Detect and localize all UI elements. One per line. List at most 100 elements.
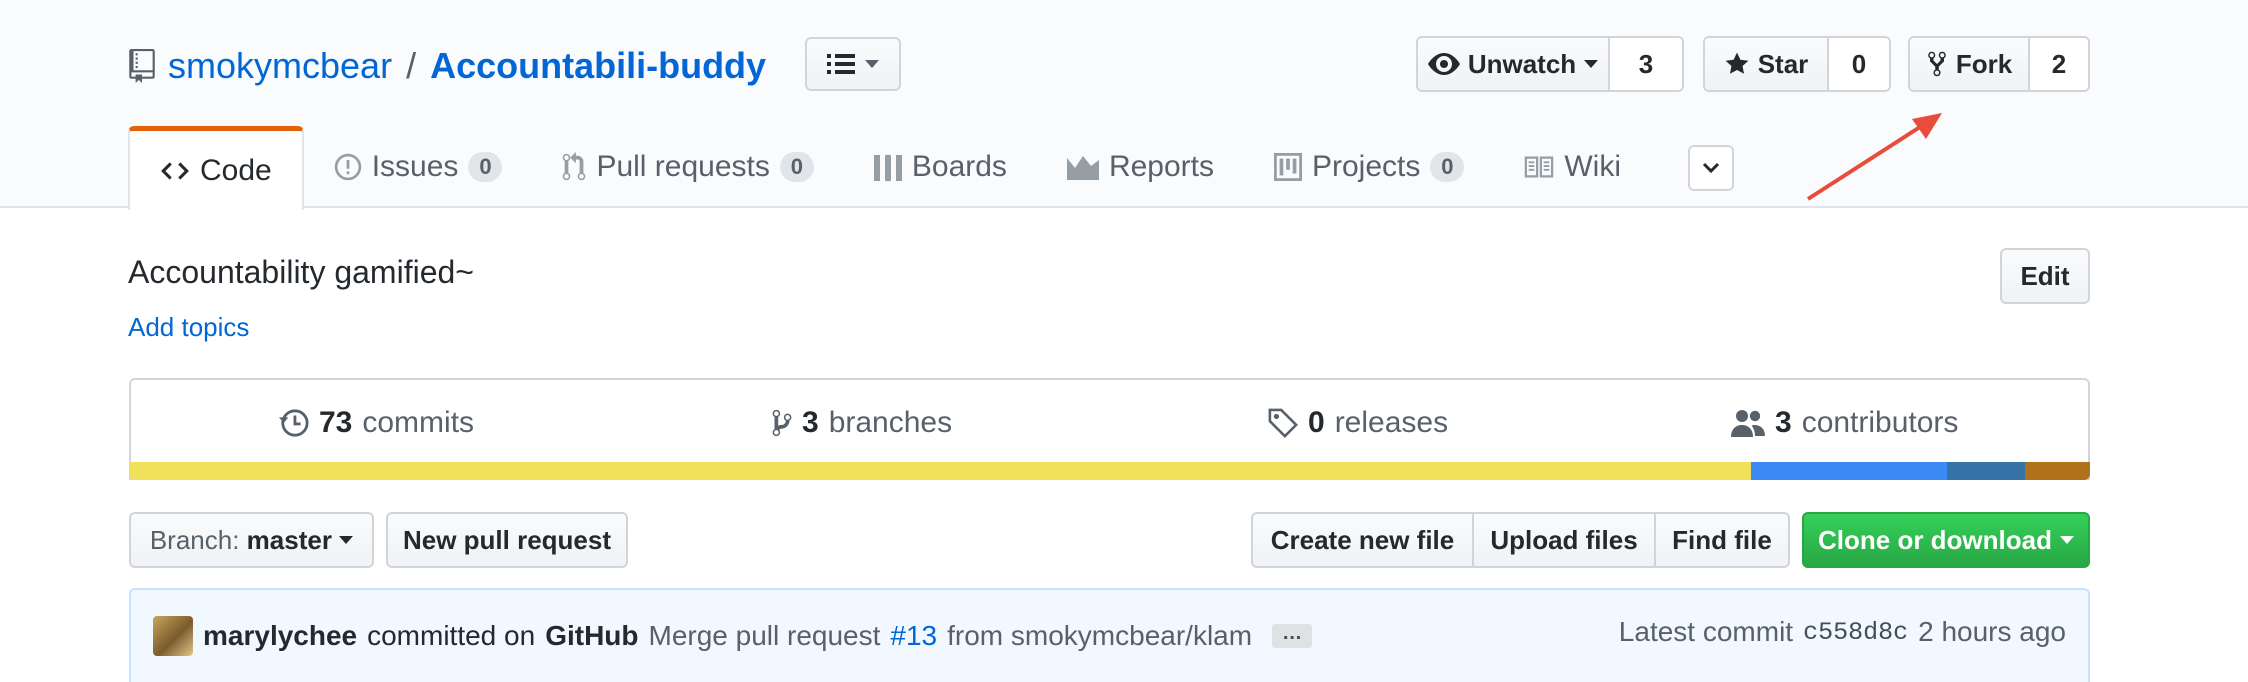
forks-count[interactable]: 2 xyxy=(2030,38,2088,90)
pull-request-link[interactable]: #13 xyxy=(890,620,937,652)
list-icon xyxy=(827,54,855,74)
tab-wiki-label: Wiki xyxy=(1564,150,1622,183)
star-label: Star xyxy=(1757,48,1809,79)
commit-sha-link[interactable]: c558d8c xyxy=(1803,618,1908,647)
releases-count: 0 xyxy=(1308,406,1325,439)
contributors-count: 3 xyxy=(1775,406,1792,439)
tab-pull-requests-label: Pull requests xyxy=(596,150,770,183)
issue-icon xyxy=(334,153,361,181)
new-pull-request-button[interactable]: New pull request xyxy=(386,512,628,568)
branches-label: branches xyxy=(828,406,953,439)
language-bar[interactable] xyxy=(129,462,2090,480)
watch-button-group: Unwatch 3 xyxy=(1416,36,1684,92)
tab-code-label: Code xyxy=(200,153,272,187)
tab-issues[interactable]: Issues 0 xyxy=(304,126,533,208)
language-segment[interactable] xyxy=(129,462,1751,480)
tab-projects-label: Projects xyxy=(1311,150,1421,183)
avatar[interactable] xyxy=(153,616,193,656)
add-topics-link[interactable]: Add topics xyxy=(128,312,249,343)
clone-or-download-button[interactable]: Clone or download xyxy=(1802,512,2090,568)
book-icon xyxy=(1525,156,1554,178)
chevron-down-icon xyxy=(1702,162,1720,174)
language-segment[interactable] xyxy=(1946,462,2026,480)
tab-issues-label: Issues xyxy=(371,150,459,183)
repo-description: Accountability gamified~ xyxy=(128,254,474,290)
tab-boards-label: Boards xyxy=(911,150,1007,183)
tab-code[interactable]: Code xyxy=(128,126,304,210)
fork-button[interactable]: Fork xyxy=(1910,38,2030,90)
commit-message-prefix[interactable]: Merge pull request xyxy=(649,620,881,652)
chevron-down-icon xyxy=(865,60,879,68)
repo-name-link[interactable]: Accountabili-buddy xyxy=(430,45,766,87)
commit-author-link[interactable]: marylychee xyxy=(203,620,357,652)
releases-stat[interactable]: 0 releases xyxy=(1268,406,1448,440)
find-file-button[interactable]: Find file xyxy=(1654,512,1790,568)
unwatch-label: Unwatch xyxy=(1467,48,1577,79)
people-icon xyxy=(1731,410,1765,437)
code-icon xyxy=(161,161,189,180)
commit-message-suffix[interactable]: from smokymcbear/klam xyxy=(947,620,1252,652)
latest-commit-bar: marylychee committed on GitHub Merge pul… xyxy=(129,588,2090,682)
branch-name: master xyxy=(246,524,332,555)
project-icon xyxy=(1273,153,1302,181)
title-separator: / xyxy=(406,45,417,86)
chevron-down-icon xyxy=(2060,536,2074,544)
repo-title: smokymcbear / Accountabili-buddy xyxy=(128,38,766,94)
repo-forked-icon xyxy=(1928,51,1946,77)
chevron-down-icon xyxy=(1584,60,1599,68)
tab-pull-requests[interactable]: Pull requests 0 xyxy=(532,126,843,208)
tab-projects[interactable]: Projects 0 xyxy=(1244,126,1494,208)
contributors-stat[interactable]: 3 contributors xyxy=(1731,406,1958,440)
tab-reports[interactable]: Reports xyxy=(1037,126,1244,208)
repo-menu-button[interactable] xyxy=(805,37,901,91)
tab-wiki[interactable]: Wiki xyxy=(1494,126,1651,208)
commit-summary: marylychee committed on GitHub Merge pul… xyxy=(153,616,1313,656)
graph-icon xyxy=(1066,156,1099,180)
tab-reports-label: Reports xyxy=(1108,150,1214,183)
language-segment[interactable] xyxy=(2025,462,2090,480)
git-pull-request-icon xyxy=(563,152,586,181)
chevron-down-icon xyxy=(339,536,354,544)
commits-count: 73 xyxy=(319,406,353,439)
commit-time: 2 hours ago xyxy=(1918,616,2066,647)
commits-stat[interactable]: 73 commits xyxy=(279,406,474,440)
repo-nav-tabs: Code Issues 0 Pull requests 0 Boards Rep… xyxy=(128,126,1651,210)
boards-icon xyxy=(873,155,902,181)
branches-count: 3 xyxy=(802,406,819,439)
unwatch-button[interactable]: Unwatch xyxy=(1418,38,1610,90)
branch-select-button[interactable]: Branch: master xyxy=(129,512,374,568)
star-icon xyxy=(1725,52,1749,74)
language-segment[interactable] xyxy=(1750,462,1947,480)
repo-icon xyxy=(129,49,155,83)
upload-files-button[interactable]: Upload files xyxy=(1472,512,1654,568)
eye-icon xyxy=(1427,53,1460,75)
contributors-label: contributors xyxy=(1801,406,1959,439)
fork-label: Fork xyxy=(1955,48,2013,79)
stargazers-count[interactable]: 0 xyxy=(1829,38,1889,90)
annotation-arrow xyxy=(1806,113,1942,201)
star-button-group: Star 0 xyxy=(1703,36,1891,92)
expand-commit-message-button[interactable]: … xyxy=(1272,623,1313,648)
latest-commit-label: Latest commit xyxy=(1618,616,1794,647)
repo-header: smokymcbear / Accountabili-buddy Unwatch… xyxy=(0,0,2248,210)
edit-description-button[interactable]: Edit xyxy=(2000,248,2090,304)
fork-button-group: Fork 2 xyxy=(1908,36,2090,92)
more-tabs-button[interactable] xyxy=(1688,145,1734,191)
history-icon xyxy=(279,409,309,437)
issues-counter: 0 xyxy=(468,152,503,182)
git-branch-icon xyxy=(772,409,792,437)
projects-counter: 0 xyxy=(1430,152,1465,182)
watchers-count[interactable]: 3 xyxy=(1610,38,1682,90)
create-new-file-button[interactable]: Create new file xyxy=(1251,512,1472,568)
branch-prefix: Branch: xyxy=(149,524,240,555)
branches-stat[interactable]: 3 branches xyxy=(772,406,952,440)
releases-label: releases xyxy=(1334,406,1449,439)
repo-owner-link[interactable]: smokymcbear xyxy=(168,45,392,87)
clone-label: Clone or download xyxy=(1818,524,2052,555)
commits-label: commits xyxy=(362,406,475,439)
pull-requests-counter: 0 xyxy=(779,152,814,182)
tab-boards[interactable]: Boards xyxy=(844,126,1037,208)
star-button[interactable]: Star xyxy=(1705,38,1829,90)
committer-platform: GitHub xyxy=(545,620,639,651)
file-navigation-group: Create new file Upload files Find file xyxy=(1251,512,1790,568)
